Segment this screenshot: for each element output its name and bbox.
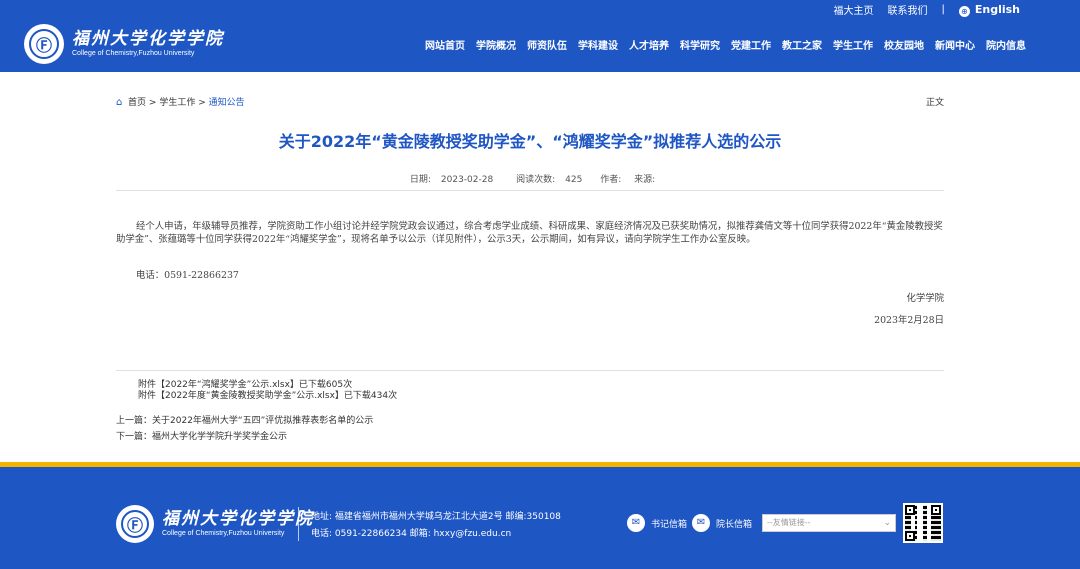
nav-item-internal[interactable]: 院内信息 [986, 37, 1026, 52]
breadcrumb: ⌂ 首页 > 学生工作 > 通知公告 [116, 95, 245, 108]
breadcrumb-section[interactable]: 学生工作 [159, 98, 195, 108]
friendly-links-selected: --友情链接-- [767, 518, 811, 527]
next-label: 下一篇： [116, 432, 153, 442]
attachments-divider [116, 370, 944, 371]
chevron-down-icon: ⌄ [883, 518, 891, 528]
friendly-links-select[interactable]: --友情链接-- ⌄ [762, 514, 896, 532]
top-links-separator: | [941, 4, 945, 15]
footer-phone-email: 电话: 0591-22866234 邮箱: hxxy@fzu.edu.cn [311, 529, 512, 539]
dean-mailbox-button[interactable]: ✉ 院长信箱 [692, 514, 752, 532]
signature-org: 化学学院 [906, 293, 944, 304]
nav-item-discipline[interactable]: 学科建设 [578, 37, 618, 52]
university-seal-icon: Ⓕ [24, 24, 64, 64]
prev-article-link[interactable]: 关于2022年福州大学“五四”评优拟推荐表彰名单的公示 [152, 416, 373, 426]
university-seal-icon: Ⓕ [116, 505, 154, 543]
site-footer: Ⓕ 福州大学化学学院 College of Chemistry,Fuzhou U… [0, 467, 1080, 569]
nav-item-research[interactable]: 科学研究 [680, 37, 720, 52]
page-type-label: 正文 [925, 98, 944, 108]
footer-logo-title-cn: 福州大学化学学院 [162, 509, 314, 529]
mail-icon: ✉ [692, 514, 710, 532]
secretary-mailbox-label: 书记信箱 [651, 519, 688, 530]
article-views: 425 [565, 175, 583, 185]
attachment-link[interactable]: 附件【2022年“鸿耀奖学金”公示.xlsx】已下载605次 [138, 380, 397, 391]
secretary-mailbox-button[interactable]: ✉ 书记信箱 [627, 514, 687, 532]
breadcrumb-separator: > [148, 98, 157, 108]
logo-title-en: College of Chemistry,Fuzhou University [72, 50, 195, 57]
attachments-list: 附件【2022年“鸿耀奖学金”公示.xlsx】已下载605次 附件【2022年度… [138, 380, 397, 402]
article-title: 关于2022年“黄金陵教授奖助学金”、“鸿耀奖学金”拟推荐人选的公示 [278, 132, 782, 151]
nav-item-alumni[interactable]: 校友园地 [884, 37, 924, 52]
home-icon: ⌂ [116, 97, 123, 108]
nav-item-news[interactable]: 新闻中心 [935, 37, 975, 52]
breadcrumb-separator: > [198, 98, 206, 108]
link-contact-us[interactable]: 联系我们 [887, 2, 927, 17]
link-english[interactable]: ⊕ English [958, 2, 1020, 17]
nav-item-staff[interactable]: 教工之家 [782, 37, 822, 52]
meta-divider [116, 190, 944, 191]
breadcrumb-current[interactable]: 通知公告 [209, 98, 245, 108]
article-body: 经个人申请，年级辅导员推荐，学院资助工作小组讨论并经学院党政会议通过，综合考虑学… [116, 220, 944, 246]
footer-divider [298, 507, 299, 541]
next-article: 下一篇：福州大学化学学院升学奖学金公示 [116, 429, 373, 445]
next-article-link[interactable]: 福州大学化学学院升学奖学金公示 [152, 432, 287, 442]
globe-icon: ⊕ [958, 5, 970, 17]
logo-title-cn: 福州大学化学学院 [72, 29, 224, 49]
english-label: English [974, 2, 1020, 16]
prev-article: 上一篇：关于2022年福州大学“五四”评优拟推荐表彰名单的公示 [116, 413, 373, 429]
views-label: 阅读次数: [516, 175, 556, 185]
dean-mailbox-label: 院长信箱 [716, 519, 753, 530]
article-meta: 日期: 2023-02-28 阅读次数: 425 作者: 来源: [116, 172, 944, 185]
nav-item-faculty[interactable]: 师资队伍 [527, 37, 567, 52]
prev-next-nav: 上一篇：关于2022年福州大学“五四”评优拟推荐表彰名单的公示 下一篇：福州大学… [116, 413, 373, 445]
date-label: 日期: [409, 175, 431, 185]
footer-logo: Ⓕ 福州大学化学学院 College of Chemistry,Fuzhou U… [116, 505, 314, 543]
source-label: 来源: [634, 175, 656, 185]
nav-item-party[interactable]: 党建工作 [731, 37, 771, 52]
mail-icon: ✉ [627, 514, 645, 532]
site-logo[interactable]: Ⓕ 福州大学化学学院 College of Chemistry,Fuzhou U… [24, 24, 224, 64]
prev-label: 上一篇： [116, 416, 153, 426]
qr-code-image [903, 503, 943, 543]
article-date: 2023-02-28 [440, 175, 494, 185]
nav-item-overview[interactable]: 学院概况 [476, 37, 516, 52]
main-nav: 网站首页 学院概况 师资队伍 学科建设 人才培养 科学研究 党建工作 教工之家 … [414, 37, 1026, 52]
footer-logo-title-en: College of Chemistry,Fuzhou University [162, 530, 285, 537]
site-header: Ⓕ 福州大学化学学院 College of Chemistry,Fuzhou U… [0, 0, 1080, 72]
nav-item-home[interactable]: 网站首页 [425, 37, 465, 52]
footer-contact-info: 地址: 福建省福州市福州大学城乌龙江北大道2号 邮编:350108 电话: 05… [311, 509, 561, 543]
footer-address: 地址: 福建省福州市福州大学城乌龙江北大道2号 邮编:350108 [311, 512, 561, 522]
link-fzu-home[interactable]: 福大主页 [833, 2, 873, 17]
signature-date: 2023年2月28日 [874, 315, 944, 326]
breadcrumb-home[interactable]: 首页 [128, 98, 146, 108]
nav-item-education[interactable]: 人才培养 [629, 37, 669, 52]
attachment-link[interactable]: 附件【2022年度“黄金陵教授奖助学金”公示.xlsx】已下载434次 [138, 391, 397, 402]
author-label: 作者: [600, 175, 622, 185]
top-links: 福大主页 联系我们 | ⊕ English [819, 2, 1020, 18]
article-paragraph: 经个人申请，年级辅导员推荐，学院资助工作小组讨论并经学院党政会议通过，综合考虑学… [116, 221, 943, 245]
nav-item-students[interactable]: 学生工作 [833, 37, 873, 52]
contact-phone: 电话：0591-22866237 [136, 270, 239, 281]
